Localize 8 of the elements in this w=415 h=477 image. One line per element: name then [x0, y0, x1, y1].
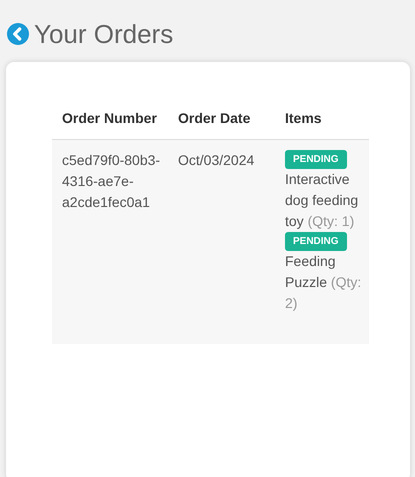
item-text: Interactive dog feeding toy (Qty: 1) [285, 170, 360, 231]
item-text: Feeding Puzzle (Qty: 2) [285, 252, 362, 313]
back-icon[interactable] [7, 23, 29, 45]
status-badge: PENDING [285, 232, 347, 251]
order-number: c5ed79f0-80b3-4316-ae7e-a2cde1fec0a1 [62, 152, 160, 210]
status-badge: PENDING [285, 150, 347, 169]
page-title: Your Orders [34, 18, 174, 50]
order-date: Oct/03/2024 [178, 152, 254, 168]
